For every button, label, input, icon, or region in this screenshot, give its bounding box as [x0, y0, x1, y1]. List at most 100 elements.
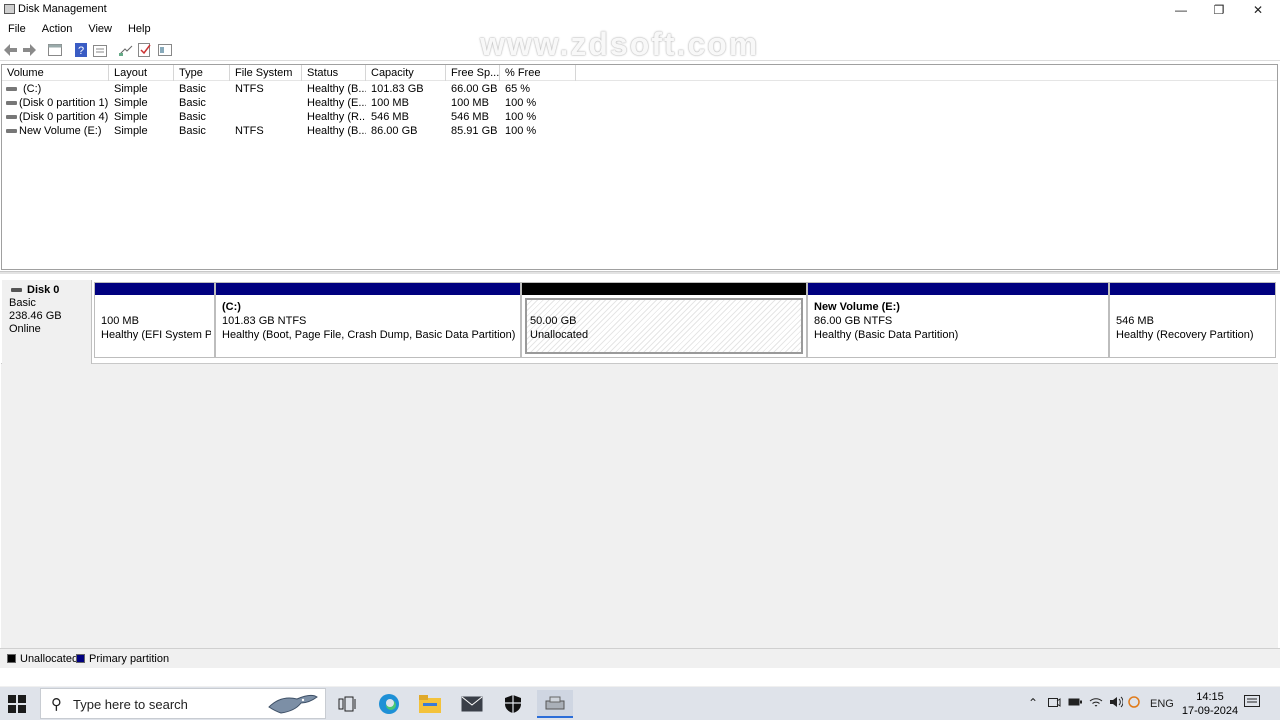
partition-unallocated[interactable]: 50.00 GB Unallocated: [521, 282, 807, 358]
close-button[interactable]: ✕: [1239, 0, 1277, 20]
input-language[interactable]: ENG: [1150, 698, 1174, 710]
back-arrow-icon[interactable]: [3, 42, 19, 58]
properties-icon[interactable]: [92, 43, 108, 59]
forward-arrow-icon[interactable]: [21, 42, 37, 58]
cell-capacity: 86.00 GB: [371, 125, 418, 137]
check-icon[interactable]: [137, 42, 153, 58]
cell-type: Basic: [179, 111, 206, 123]
volume-list-header: Volume Layout Type File System Status Ca…: [2, 65, 1277, 81]
disk-icon: [11, 288, 22, 292]
col-layout[interactable]: Layout: [109, 65, 174, 81]
legend-label: Primary partition: [89, 653, 170, 665]
col-percent-free[interactable]: % Free: [500, 65, 576, 81]
table-row[interactable]: New Volume (E:) Simple Basic NTFS Health…: [2, 124, 1277, 138]
security-icon[interactable]: [498, 690, 528, 718]
disk-state: Online: [9, 323, 41, 335]
drive-icon: [6, 87, 17, 91]
menu-bar: File Action View Help: [0, 21, 1280, 38]
cell-layout: Simple: [114, 97, 148, 109]
window-title: Disk Management: [18, 3, 107, 15]
disk-type: Basic: [9, 297, 36, 309]
taskbar-search-box[interactable]: ⚲ Type here to search: [40, 688, 326, 719]
toolbar: ?: [0, 39, 1280, 61]
disk-management-icon[interactable]: [537, 690, 573, 718]
volume-list: Volume Layout Type File System Status Ca…: [1, 64, 1278, 270]
notification-center-icon[interactable]: [1244, 695, 1262, 711]
menu-file[interactable]: File: [0, 21, 34, 38]
restore-button[interactable]: ❐: [1200, 0, 1238, 20]
search-highlight-image: [268, 694, 318, 714]
cell-layout: Simple: [114, 83, 148, 95]
cell-file-system: NTFS: [235, 125, 264, 137]
taskbar-clock[interactable]: 14:15 17-09-2024: [1180, 690, 1240, 718]
cell-free-space: 66.00 GB: [451, 83, 498, 95]
search-icon: ⚲: [51, 696, 62, 713]
partition-name: [1116, 300, 1269, 314]
partition-name: [530, 302, 798, 314]
disk-management-app-icon: [4, 4, 15, 14]
col-status[interactable]: Status: [302, 65, 366, 81]
svg-text:?: ?: [78, 45, 84, 57]
battery-icon[interactable]: [1068, 696, 1082, 710]
partition-e[interactable]: New Volume (E:) 86.00 GB NTFS Healthy (B…: [807, 282, 1109, 358]
mail-icon[interactable]: [457, 690, 487, 718]
disk-management-window: Disk Management — ❐ ✕ File Action View H…: [0, 0, 1280, 686]
table-row[interactable]: (Disk 0 partition 1) Simple Basic Health…: [2, 96, 1277, 110]
partition-status: Unallocated: [530, 329, 589, 341]
cell-type: Basic: [179, 125, 206, 137]
legend-swatch: [7, 654, 16, 663]
show-hidden-icons-icon[interactable]: ⌃: [1028, 696, 1038, 710]
task-view-icon[interactable]: [332, 690, 362, 718]
file-explorer-icon[interactable]: [415, 690, 445, 718]
col-volume[interactable]: Volume: [2, 65, 109, 81]
meet-now-icon[interactable]: [1048, 696, 1061, 711]
cell-capacity: 546 MB: [371, 111, 409, 123]
cell-percent-free: 100 %: [505, 125, 537, 137]
recording-indicator-icon[interactable]: [1128, 696, 1140, 711]
cell-free-space: 546 MB: [451, 111, 489, 123]
col-type[interactable]: Type: [174, 65, 230, 81]
windows-start-icon[interactable]: [8, 695, 26, 713]
partition-status: Healthy (Boot, Page File, Crash Dump, Ba…: [222, 329, 516, 341]
partition-size: 86.00 GB NTFS: [814, 315, 893, 327]
cell-free-space: 85.91 GB: [451, 125, 498, 137]
cell-percent-free: 100 %: [505, 97, 537, 109]
col-free-space[interactable]: Free Sp...: [446, 65, 500, 81]
partition-status: Healthy (Recovery Partition): [1116, 329, 1254, 341]
cell-layout: Simple: [114, 111, 148, 123]
partition-name: (C:): [222, 301, 241, 313]
partition-bar: [95, 283, 214, 295]
pane-splitter[interactable]: [0, 271, 1280, 274]
partition-recovery[interactable]: 546 MB Healthy (Recovery Partition): [1109, 282, 1276, 358]
taskbar: ⚲ Type here to search ⌃ ENG 14:15 17-09-…: [0, 687, 1280, 720]
menu-view[interactable]: View: [80, 21, 120, 38]
settings-list-icon[interactable]: [157, 42, 173, 58]
clock-time: 14:15: [1196, 691, 1224, 703]
disk-0-label[interactable]: Disk 0 Basic 238.46 GB Online: [2, 280, 92, 364]
menu-action[interactable]: Action: [34, 21, 81, 38]
menu-help[interactable]: Help: [120, 21, 159, 38]
cell-file-system: NTFS: [235, 83, 264, 95]
edge-icon[interactable]: [374, 690, 404, 718]
partition-status: Healthy (Basic Data Partition): [814, 329, 959, 341]
connect-disk-icon[interactable]: [118, 42, 134, 58]
table-row[interactable]: (C:) Simple Basic NTFS Healthy (B... 101…: [2, 82, 1277, 96]
partition-efi[interactable]: 100 MB Healthy (EFI System Part: [94, 282, 215, 358]
col-file-system[interactable]: File System: [230, 65, 302, 81]
partition-bar: [216, 283, 520, 295]
cell-layout: Simple: [114, 125, 148, 137]
cell-status: Healthy (B...: [307, 125, 366, 137]
table-row[interactable]: (Disk 0 partition 4) Simple Basic Health…: [2, 110, 1277, 124]
disk-size: 238.46 GB: [9, 310, 62, 322]
minimize-button[interactable]: —: [1162, 0, 1200, 20]
show-hide-console-tree-icon[interactable]: [47, 42, 63, 58]
cell-percent-free: 65 %: [505, 83, 531, 95]
col-capacity[interactable]: Capacity: [366, 65, 446, 81]
partition-c[interactable]: (C:) 101.83 GB NTFS Healthy (Boot, Page …: [215, 282, 521, 358]
wifi-icon[interactable]: [1089, 696, 1103, 711]
cell-volume: New Volume (E:): [19, 125, 102, 137]
volume-icon[interactable]: [1109, 696, 1124, 711]
help-icon[interactable]: ?: [73, 42, 89, 58]
cell-type: Basic: [179, 83, 206, 95]
cell-volume: (Disk 0 partition 1): [19, 97, 109, 109]
